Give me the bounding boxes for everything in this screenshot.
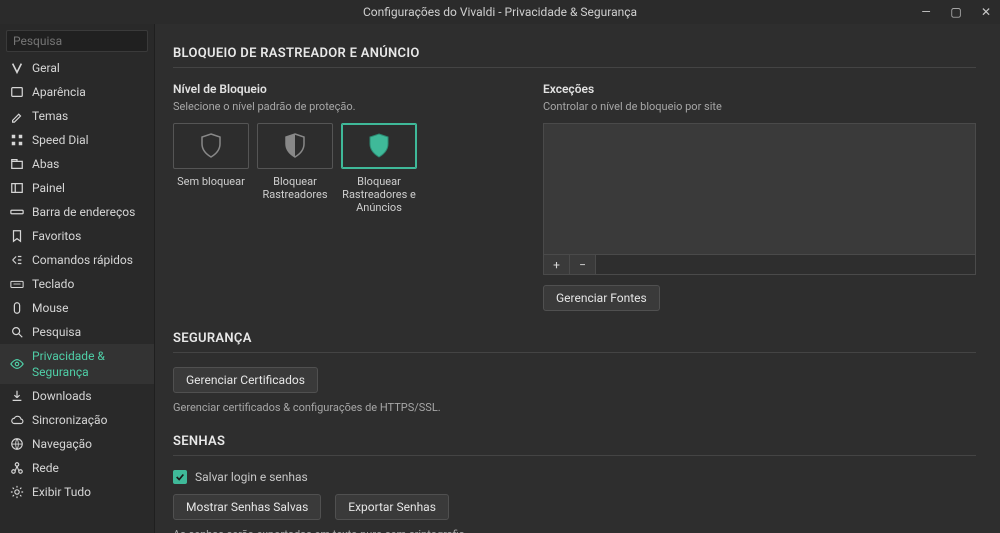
certificates-note: Gerenciar certificados & configurações d… xyxy=(173,401,976,414)
sidebar-item-speed-dial[interactable]: Speed Dial xyxy=(0,128,154,152)
card-block-trackers-ads[interactable]: Bloquear Rastreadores e Anúncios xyxy=(341,123,417,214)
sidebar-item-label: Painel xyxy=(32,180,65,196)
shield-full-icon xyxy=(368,133,390,159)
sidebar-item-abas[interactable]: Abas xyxy=(0,152,154,176)
shield-outline-icon xyxy=(200,133,222,159)
eye-icon xyxy=(10,357,24,371)
sidebar-item-label: Mouse xyxy=(32,300,69,316)
sidebar-item-temas[interactable]: Temas xyxy=(0,104,154,128)
card-no-blocking[interactable]: Sem bloquear xyxy=(173,123,249,214)
vivaldi-icon xyxy=(10,61,24,75)
sidebar-item-pesquisa[interactable]: Pesquisa xyxy=(0,320,154,344)
tabs-icon xyxy=(10,157,24,171)
exceptions-list[interactable] xyxy=(543,123,976,255)
checkbox-checked[interactable] xyxy=(173,470,187,484)
sidebar-item-geral[interactable]: Geral xyxy=(0,56,154,80)
sidebar-item-label: Abas xyxy=(32,156,59,172)
sidebar-item-label: Barra de endereços xyxy=(32,204,135,220)
sidebar-item-rede[interactable]: Rede xyxy=(0,456,154,480)
sidebar-item-sincronizacao[interactable]: Sincronização xyxy=(0,408,154,432)
manage-certificates-button[interactable]: Gerenciar Certificados xyxy=(173,367,318,393)
titlebar: Configurações do Vivaldi - Privacidade &… xyxy=(0,0,1000,24)
sidebar-item-label: Downloads xyxy=(32,388,92,404)
download-icon xyxy=(10,389,24,403)
sidebar-item-label: Pesquisa xyxy=(32,324,81,340)
sidebar-nav: Geral Aparência Temas Speed Dial Abas xyxy=(0,56,154,533)
sidebar-item-label: Geral xyxy=(32,60,60,76)
blocking-level-title: Nível de Bloqueio xyxy=(173,82,513,96)
sidebar-item-label: Comandos rápidos xyxy=(32,252,133,268)
security-heading: SEGURANÇA xyxy=(173,331,976,346)
show-saved-passwords-button[interactable]: Mostrar Senhas Salvas xyxy=(173,494,321,520)
exceptions-remove-button[interactable]: − xyxy=(570,255,596,274)
keyboard-icon xyxy=(10,277,24,291)
sidebar-item-label: Exibir Tudo xyxy=(32,484,91,500)
exceptions-desc: Controlar o nível de bloqueio por site xyxy=(543,100,976,113)
window-controls: — ▢ ✕ xyxy=(918,0,994,24)
quick-commands-icon xyxy=(10,253,24,267)
shield-half-icon xyxy=(284,133,306,159)
panel-icon xyxy=(10,181,24,195)
sidebar: Geral Aparência Temas Speed Dial Abas xyxy=(0,24,155,533)
sidebar-item-label: Rede xyxy=(32,460,59,476)
appearance-icon xyxy=(10,85,24,99)
divider xyxy=(173,352,976,353)
close-button[interactable]: ✕ xyxy=(978,5,994,19)
card-label: Bloquear Rastreadores xyxy=(257,175,333,201)
sidebar-item-downloads[interactable]: Downloads xyxy=(0,384,154,408)
check-icon xyxy=(175,472,185,482)
divider xyxy=(173,67,976,68)
sidebar-item-barra-enderecos[interactable]: Barra de endereços xyxy=(0,200,154,224)
sidebar-item-favoritos[interactable]: Favoritos xyxy=(0,224,154,248)
sidebar-item-label: Teclado xyxy=(32,276,74,292)
sidebar-item-label: Favoritos xyxy=(32,228,81,244)
exceptions-title: Exceções xyxy=(543,82,976,96)
sidebar-item-privacidade-seguranca[interactable]: Privacidade & Segurança xyxy=(0,344,154,384)
search-icon xyxy=(10,325,24,339)
addressbar-icon xyxy=(10,205,24,219)
sidebar-item-label: Temas xyxy=(32,108,68,124)
card-block-trackers[interactable]: Bloquear Rastreadores xyxy=(257,123,333,214)
exceptions-add-button[interactable]: + xyxy=(544,255,570,274)
grid-icon xyxy=(10,133,24,147)
passwords-heading: SENHAS xyxy=(173,434,976,449)
sidebar-item-painel[interactable]: Painel xyxy=(0,176,154,200)
tracker-heading: BLOQUEIO DE RASTREADOR E ANÚNCIO xyxy=(173,46,976,61)
sidebar-item-teclado[interactable]: Teclado xyxy=(0,272,154,296)
network-icon xyxy=(10,461,24,475)
sidebar-item-label: Speed Dial xyxy=(32,132,89,148)
search-input[interactable] xyxy=(6,30,148,52)
bookmark-icon xyxy=(10,229,24,243)
content-area: BLOQUEIO DE RASTREADOR E ANÚNCIO Nível d… xyxy=(155,24,1000,533)
export-passwords-note: As senhas serão exportadas em texto puro… xyxy=(173,528,976,533)
brush-icon xyxy=(10,109,24,123)
maximize-button[interactable]: ▢ xyxy=(948,5,964,19)
sidebar-item-exibir-tudo[interactable]: Exibir Tudo xyxy=(0,480,154,504)
sidebar-item-label: Aparência xyxy=(32,84,86,100)
exceptions-controls: + − xyxy=(543,255,976,275)
sidebar-item-navegacao[interactable]: Navegação xyxy=(0,432,154,456)
blocking-level-desc: Selecione o nível padrão de proteção. xyxy=(173,100,513,113)
cloud-icon xyxy=(10,413,24,427)
manage-sources-button[interactable]: Gerenciar Fontes xyxy=(543,285,660,311)
sidebar-item-mouse[interactable]: Mouse xyxy=(0,296,154,320)
window-title: Configurações do Vivaldi - Privacidade &… xyxy=(363,5,637,19)
sidebar-item-comandos-rapidos[interactable]: Comandos rápidos xyxy=(0,248,154,272)
blocking-cards: Sem bloquear Bloquear Rastreadores Bloqu… xyxy=(173,123,513,214)
card-label: Bloquear Rastreadores e Anúncios xyxy=(341,175,417,214)
sidebar-item-label: Sincronização xyxy=(32,412,107,428)
save-passwords-row[interactable]: Salvar login e senhas xyxy=(173,470,976,484)
sidebar-item-label: Navegação xyxy=(32,436,92,452)
globe-icon xyxy=(10,437,24,451)
export-passwords-button[interactable]: Exportar Senhas xyxy=(335,494,449,520)
sidebar-item-label: Privacidade & Segurança xyxy=(32,348,144,380)
sidebar-item-aparencia[interactable]: Aparência xyxy=(0,80,154,104)
card-label: Sem bloquear xyxy=(173,175,249,188)
mouse-icon xyxy=(10,301,24,315)
save-passwords-label: Salvar login e senhas xyxy=(195,470,308,484)
gear-icon xyxy=(10,485,24,499)
minimize-button[interactable]: — xyxy=(918,5,934,19)
divider xyxy=(173,455,976,456)
